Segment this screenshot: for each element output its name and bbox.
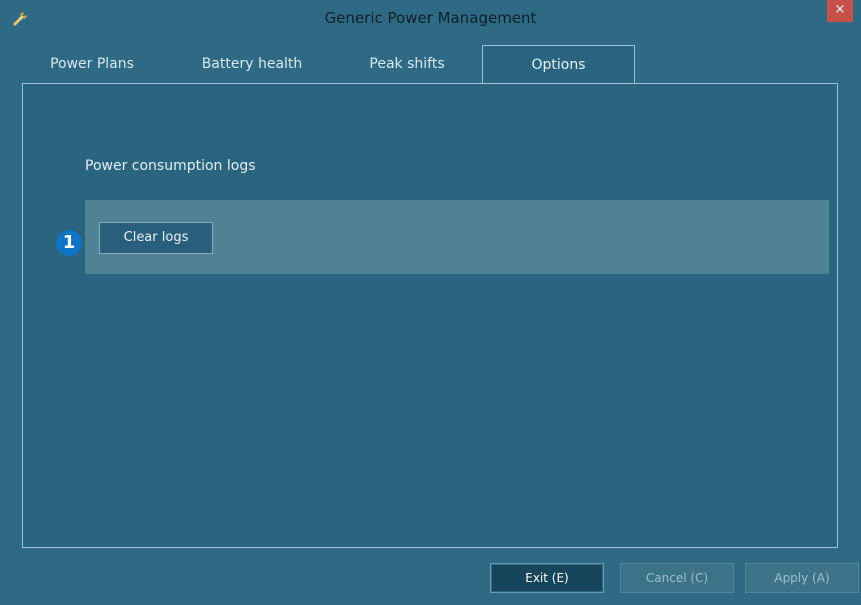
tab-options[interactable]: Options — [482, 45, 635, 84]
tab-bar: Power Plans Battery health Peak shifts O… — [22, 45, 838, 84]
apply-button[interactable]: Apply (A) — [745, 563, 859, 593]
tab-power-plans[interactable]: Power Plans — [22, 45, 162, 83]
power-consumption-logs-label: Power consumption logs — [85, 158, 256, 174]
close-button[interactable]: × — [827, 0, 853, 22]
callout-badge: 1 — [56, 230, 82, 256]
cancel-button[interactable]: Cancel (C) — [620, 563, 734, 593]
title-bar[interactable]: Generic Power Management × — [0, 0, 861, 38]
tab-battery-health[interactable]: Battery health — [177, 45, 327, 83]
exit-button[interactable]: Exit (E) — [490, 563, 604, 593]
tab-peak-shifts[interactable]: Peak shifts — [332, 45, 482, 83]
window-title: Generic Power Management — [324, 9, 537, 27]
close-icon: × — [834, 2, 846, 17]
power-management-window: Generic Power Management × Power Plans B… — [0, 0, 861, 605]
dialog-button-bar: Exit (E) Cancel (C) Apply (A) — [10, 552, 859, 600]
options-panel: Power consumption logs 1 Clear logs — [22, 83, 838, 548]
clear-logs-button[interactable]: Clear logs — [99, 222, 213, 254]
